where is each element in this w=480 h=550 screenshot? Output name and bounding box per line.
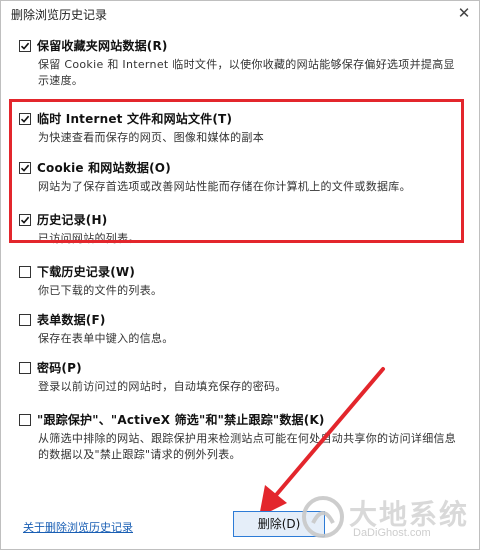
delete-browsing-history-dialog: 删除浏览历史记录 ✕ 保留收藏夹网站数据(R) 保留 Cookie 和 Inte…	[0, 0, 480, 550]
preserve-favorites-description: 保留 Cookie 和 Internet 临时文件，以使你收藏的网站能够保存偏好…	[38, 58, 455, 87]
download-history-description: 你已下载的文件的列表。	[38, 284, 163, 297]
form-data-label: 表单数据(F)	[37, 313, 106, 327]
form-data-description: 保存在表单中键入的信息。	[38, 332, 174, 345]
about-delete-history-link[interactable]: 关于删除浏览历史记录	[23, 519, 133, 535]
passwords-description: 登录以前访问过的网站时，自动填充保存的密码。	[38, 380, 287, 393]
window-title: 删除浏览历史记录	[11, 8, 108, 22]
watermark-url: DaDiGhost.com	[353, 527, 431, 539]
passwords-checkbox[interactable]	[19, 361, 31, 374]
checkmark-icon	[20, 42, 30, 50]
download-history-label: 下载历史记录(W)	[37, 265, 136, 279]
download-history-checkbox[interactable]	[19, 265, 31, 278]
preserve-favorites-label: 保留收藏夹网站数据(R)	[37, 39, 168, 53]
option-preserve-favorites: 保留收藏夹网站数据(R) 保留 Cookie 和 Internet 临时文件，以…	[19, 37, 459, 89]
tracking-protection-description: 从筛选中排除的网站、跟踪保护用来检测站点可能在何处自动共享你的访问详细信息的数据…	[38, 432, 457, 461]
tracking-protection-label: "跟踪保护"、"ActiveX 筛选"和"禁止跟踪"数据(K)	[37, 413, 325, 427]
option-passwords: 密码(P) 登录以前访问过的网站时，自动填充保存的密码。	[19, 359, 459, 395]
option-download-history: 下载历史记录(W) 你已下载的文件的列表。	[19, 263, 459, 299]
highlight-box	[9, 99, 464, 243]
tracking-protection-checkbox[interactable]	[19, 413, 31, 426]
title-bar: 删除浏览历史记录 ✕	[1, 1, 479, 27]
option-tracking-protection: "跟踪保护"、"ActiveX 筛选"和"禁止跟踪"数据(K) 从筛选中排除的网…	[19, 411, 459, 463]
passwords-label: 密码(P)	[37, 361, 82, 375]
watermark-logo-icon	[302, 496, 344, 538]
close-icon[interactable]: ✕	[455, 4, 473, 22]
form-data-checkbox[interactable]	[19, 313, 31, 326]
option-form-data: 表单数据(F) 保存在表单中键入的信息。	[19, 311, 459, 347]
watermark: 大地系统 DaDiGhost.com	[301, 491, 477, 547]
preserve-favorites-checkbox[interactable]	[19, 39, 31, 52]
